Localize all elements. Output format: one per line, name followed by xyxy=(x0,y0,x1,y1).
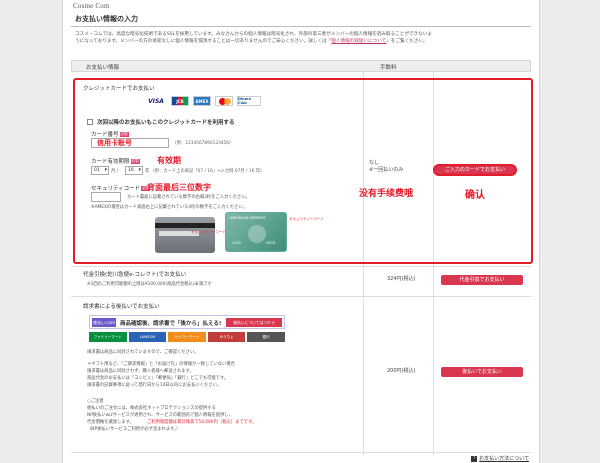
invoice-line: ＊ギフト用など、「ご請求情報」と「お届け先」の情報が一致していない場合 xyxy=(87,362,235,367)
atobarai-banner[interactable]: 後払い.com 商品確認後、請求書で「後から」払える! 後払いについてはコチラ xyxy=(89,315,285,329)
credit-pay-button[interactable]: ご入力のカードでお支払い xyxy=(433,164,517,176)
card-brands: VISA JCB AMEX Diners Club xyxy=(145,96,261,106)
credit-fee-sub: ※一回払いのみ xyxy=(369,167,404,173)
expiry-label-text: カード有効期限 xyxy=(91,159,130,165)
store-logo: 銀行 xyxy=(247,332,285,342)
mastercard-logo xyxy=(215,96,233,106)
invoice-line: （NP後払いサービスご利用が必ず含まれます。） xyxy=(87,427,181,432)
store-logo: ファミリーマート xyxy=(89,332,127,342)
cod-fee: 324円(税込) xyxy=(387,276,416,282)
expiry-month-select[interactable]: 01 xyxy=(91,166,109,175)
payment-help-link[interactable]: ? お支払い方法について xyxy=(471,455,529,462)
store-logos: ファミリーマート LAWSON セイコーマート ゆうちょ 銀行 xyxy=(89,332,285,342)
amex-card-num: 1234 xyxy=(232,241,241,245)
expiry-year-select[interactable]: 16 xyxy=(125,166,143,175)
amex-card-illustration: AMERICAN EXPRESS 1234 5678 xyxy=(225,212,287,252)
card-number-hint: (例：1234567890123456) xyxy=(175,141,231,146)
store-logo: ゆうちょ xyxy=(207,332,246,342)
divider xyxy=(71,26,531,27)
row-divider xyxy=(71,452,531,453)
card-number-annotation: 信用卡账号 xyxy=(97,139,132,147)
invoice-line: 後払いのご注文には、株式会社ネットプロテクションズの提供する xyxy=(87,406,216,411)
required-badge: 必須 xyxy=(130,159,140,164)
limit-note: ご利用限度額は累計残高で54,000円（税込）までです。 xyxy=(147,420,257,425)
amex-logo: AMEX xyxy=(193,96,211,106)
cod-pay-button[interactable]: 代金引換でお支払い xyxy=(441,275,523,285)
amex-centurion xyxy=(248,225,266,243)
remember-card-label: 次回以降のお支払いもこのクレジットカードを利用する xyxy=(97,120,235,126)
page: Cosme Com お支払い情報の入力 コスメ・コムでは、高度な暗号化技術である… xyxy=(62,0,540,463)
expiry-hint: (例：カード上の表記「07 / 16」→入力時 07月 / 16 年) xyxy=(153,169,262,174)
page-title: お支払い情報の入力 xyxy=(75,15,138,23)
visa-logo: VISA xyxy=(148,97,164,105)
seccode-tag: セキュリティーコード xyxy=(191,230,226,234)
confirm-annotation: 确认 xyxy=(465,190,485,201)
required-badge: 必須 xyxy=(119,132,129,137)
security-code-label: セキュリティコード 必須 xyxy=(91,184,151,192)
card-number-label: カード番号 必須 xyxy=(91,130,129,138)
diners-logo: Diners Club xyxy=(237,96,261,106)
store-logo: LAWSON xyxy=(128,332,167,342)
amex-card-text: AMERICAN EXPRESS xyxy=(230,216,266,220)
row-divider xyxy=(71,266,531,267)
row-divider xyxy=(71,296,531,297)
invoice-line: 代金債権を譲渡します。 xyxy=(87,420,134,425)
year-unit: 年 xyxy=(145,169,150,174)
invoice-line: NP後払いwizサービスが適用され、サービスの範囲内で個人情報を提供し、 xyxy=(87,413,234,418)
jcb-logo: JCB xyxy=(171,96,189,106)
intro-line-2-end: 」をご覧ください。 xyxy=(386,38,428,44)
expiry-label: カード有効期限 必須 xyxy=(91,157,140,165)
cod-note: ※1回のご利用可能額の上限は¥100,000(商品代金税込)未満です xyxy=(87,282,212,287)
remember-card-checkbox[interactable] xyxy=(87,119,93,125)
help-icon: ? xyxy=(471,455,478,462)
credit-section-title: クレジットカードでお支払い xyxy=(83,86,155,92)
help-link-text[interactable]: お支払い方法について xyxy=(479,455,529,462)
header-payment-info: お支払い情報 xyxy=(86,65,120,71)
table-header: お支払い情報 手数料 xyxy=(71,60,531,72)
store-logo: セイコーマート xyxy=(168,332,206,342)
credit-fee: なし ※一回払いのみ xyxy=(369,160,403,174)
intro-text: コスメ・コムでは、高度な暗号化技術であるSSLを採用しています。みなさんからの個… xyxy=(75,32,531,45)
security-note: カード裏面に記載されている数字の右端3桁をご入力ください。 xyxy=(127,195,250,200)
intro-line-1: コスメ・コムでは、高度な暗号化技術であるSSLを採用しています。みなさんからの個… xyxy=(75,32,432,37)
invoice-section-title: 請求書による後払いでお支払い xyxy=(83,304,160,310)
invoice-line: ○ご注意 xyxy=(87,399,104,404)
card-back-illustration xyxy=(155,217,215,253)
security-annotation: 背面最后三位数字 xyxy=(147,183,211,192)
expiry-annotation: 有效期 xyxy=(157,156,181,165)
invoice-pay-button[interactable]: 後払いでお支払い xyxy=(441,367,523,377)
privacy-link[interactable]: 個人情報の取扱いについて xyxy=(331,39,386,44)
banner-cta[interactable]: 後払いについてはコチラ xyxy=(226,318,282,327)
header-fee: 手数料 xyxy=(380,65,397,71)
no-fee-annotation: 没有手续费哦 xyxy=(359,189,414,199)
invoice-line: 商品代金のお支払いは「コンビニ」「郵便局」「銀行」どこでも可能です。 xyxy=(87,376,229,381)
banner-text: 商品確認後、請求書で「後から」払える! xyxy=(120,321,222,327)
amex-card-code: 5678 xyxy=(266,241,275,245)
site-logo[interactable]: Cosme Com xyxy=(73,2,110,10)
security-code-input[interactable] xyxy=(91,192,121,202)
invoice-line: 請求書の記載事項に従って発行日から14日以内にお支払いください。 xyxy=(87,383,222,388)
month-unit: 月 / xyxy=(111,169,119,174)
intro-line-2: うになっております。メンバーの方の承諾なしに個人情報を漏洩することは一切ありませ… xyxy=(75,38,332,44)
atobarai-logo: 後払い.com xyxy=(92,318,116,327)
invoice-line: 請求書は商品に同封されていますので、ご確認ください。 xyxy=(87,350,199,355)
invoice-line: 請求書は商品に同封されず、購入者様へ郵送されます。 xyxy=(87,369,194,374)
magnetic-stripe xyxy=(155,223,215,228)
remember-card-row[interactable]: 次回以降のお支払いもこのクレジットカードを利用する xyxy=(87,118,235,126)
invoice-fee: 200円(税込) xyxy=(387,368,416,374)
cod-section-title: 代金引換(佐川急便e-コレクト)でお支払い xyxy=(83,272,187,278)
amex-seccode-tag: セキュリティーコード xyxy=(289,217,324,221)
credit-fee-value: なし xyxy=(369,160,380,166)
amex-note: ※AMEXの場合はカード表面右上に記載されている4桁の数字をご入力ください。 xyxy=(91,205,248,210)
